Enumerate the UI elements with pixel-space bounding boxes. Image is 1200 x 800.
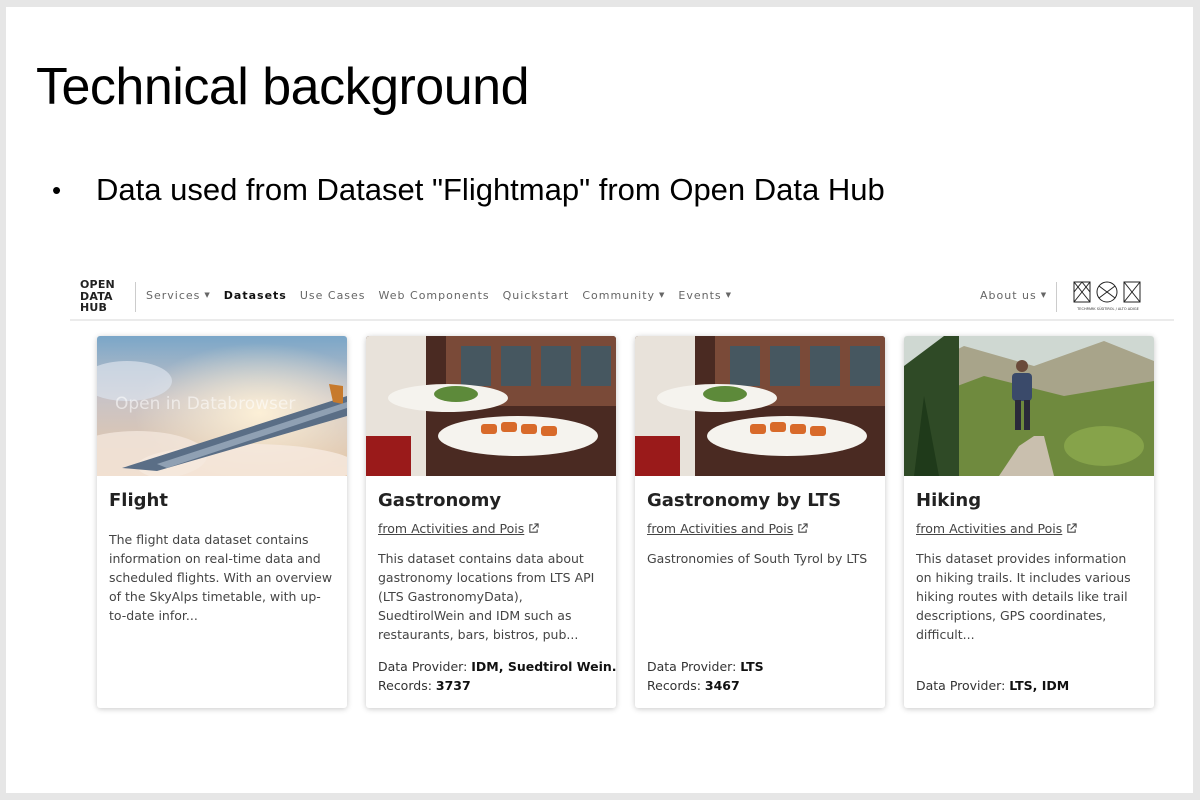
caret-down-icon: ▼: [1040, 291, 1048, 299]
nav-item-label: About us: [980, 289, 1037, 302]
slide: Technical background • Data used from Da…: [6, 7, 1193, 793]
nav-divider: [135, 282, 136, 312]
dataset-card-hiking[interactable]: Hiking from Activities and Pois This dat…: [904, 336, 1154, 708]
nav-item-label: Quickstart: [502, 289, 570, 302]
card-title: Gastronomy: [378, 490, 502, 511]
external-link-icon: [798, 523, 808, 533]
card-records: Records: 3467: [647, 676, 882, 695]
main-menu: Services ▼ Datasets Use Cases Web Compone…: [146, 289, 745, 302]
card-provider: Data Provider: LTS, IDM: [916, 676, 1151, 695]
provider-label: Data Provider:: [916, 678, 1010, 693]
nav-item-events[interactable]: Events ▼: [678, 289, 732, 302]
flight-image: Open in Databrowser: [97, 336, 347, 476]
card-source-link[interactable]: from Activities and Pois: [916, 521, 1077, 536]
card-records: Records: 3737: [378, 676, 613, 695]
card-description: The flight data dataset contains informa…: [109, 532, 333, 623]
caret-down-icon: ▼: [659, 291, 666, 299]
card-description: Gastronomies of South Tyrol by LTS: [647, 551, 868, 566]
nav-divider: [1056, 282, 1057, 312]
records-label: Records:: [378, 678, 436, 693]
bullet-dot-icon: •: [52, 174, 62, 205]
external-link-icon: [1067, 523, 1077, 533]
nav-item-web-components[interactable]: Web Components: [379, 289, 490, 302]
card-source-link-text: from Activities and Pois: [647, 521, 794, 536]
provider-label: Data Provider:: [378, 659, 472, 674]
partner-logo-text: TECHPARK SÜDTIROL / ALTO ADIGE: [1076, 306, 1139, 311]
nav-item-datasets[interactable]: Datasets: [224, 289, 287, 302]
card-provider: Data Provider: LTS: [647, 657, 882, 676]
nav-item-services[interactable]: Services ▼: [146, 289, 211, 302]
records-value: 3467: [704, 678, 740, 693]
provider-value: LTS: [740, 659, 764, 674]
logo-line: OPEN: [80, 278, 115, 291]
dataset-card-gastronomy[interactable]: Gastronomy from Activities and Pois This…: [366, 336, 616, 708]
external-link-icon: [529, 523, 539, 533]
nav-item-label: Events: [678, 289, 722, 302]
dataset-card-gastronomy-by-lts[interactable]: Gastronomy by LTS from Activities and Po…: [635, 336, 885, 708]
nav-item-label: Datasets: [223, 289, 287, 302]
caret-down-icon: ▼: [725, 291, 733, 299]
slide-title: Technical background: [36, 58, 530, 116]
dataset-card-flight[interactable]: Open in Databrowser Flight The flight da…: [97, 336, 347, 708]
caret-down-icon: ▼: [204, 291, 211, 299]
card-description: This dataset provides information on hik…: [916, 551, 1131, 642]
nav-item-label: Web Components: [378, 289, 490, 302]
card-provider: Data Provider: IDM, Suedtirol Wein...: [378, 657, 616, 676]
embedded-screenshot: OPEN DATA HUB Services ▼ Datasets Use Cas…: [70, 269, 1174, 725]
card-title: Gastronomy by LTS: [647, 490, 842, 511]
card-source-link[interactable]: from Activities and Pois: [647, 521, 808, 536]
bullet-text: Data used from Dataset "Flightmap" from …: [96, 172, 885, 207]
bullet-item: • Data used from Dataset "Flightmap" fro…: [52, 172, 885, 208]
card-source-link-text: from Activities and Pois: [378, 521, 525, 536]
nav-item-community[interactable]: Community ▼: [582, 289, 665, 302]
card-description: This dataset contains data about gastron…: [378, 551, 595, 642]
provider-value: IDM, Suedtirol Wein...: [471, 659, 616, 674]
nav-item-use-cases[interactable]: Use Cases: [300, 289, 366, 302]
logo-line: HUB: [80, 301, 108, 314]
provider-value: LTS, IDM: [1009, 678, 1070, 693]
noi-techpark-logo[interactable]: TECHPARK SÜDTIROL / ALTO ADIGE: [1072, 279, 1144, 313]
provider-label: Data Provider:: [647, 659, 741, 674]
nav-item-label: Community: [582, 289, 656, 302]
hiking-image: [904, 336, 1154, 476]
records-value: 3737: [435, 678, 471, 693]
nav-item-quickstart[interactable]: Quickstart: [503, 289, 570, 302]
nav-item-label: Services: [146, 289, 201, 302]
gastronomy-image: [366, 336, 616, 476]
gastronomy-lts-image: [635, 336, 885, 476]
open-data-hub-logo[interactable]: OPEN DATA HUB: [80, 279, 115, 314]
nav-item-about-us[interactable]: About us ▼: [980, 289, 1047, 302]
records-label: Records:: [647, 678, 705, 693]
card-title: Hiking: [916, 490, 982, 511]
card-source-link-text: from Activities and Pois: [916, 521, 1063, 536]
open-in-databrowser-overlay[interactable]: Open in Databrowser: [115, 394, 295, 414]
top-navbar: OPEN DATA HUB Services ▼ Datasets Use Cas…: [70, 269, 1174, 321]
card-source-link[interactable]: from Activities and Pois: [378, 521, 539, 536]
card-title: Flight: [109, 490, 168, 511]
nav-item-label: Use Cases: [299, 289, 366, 302]
